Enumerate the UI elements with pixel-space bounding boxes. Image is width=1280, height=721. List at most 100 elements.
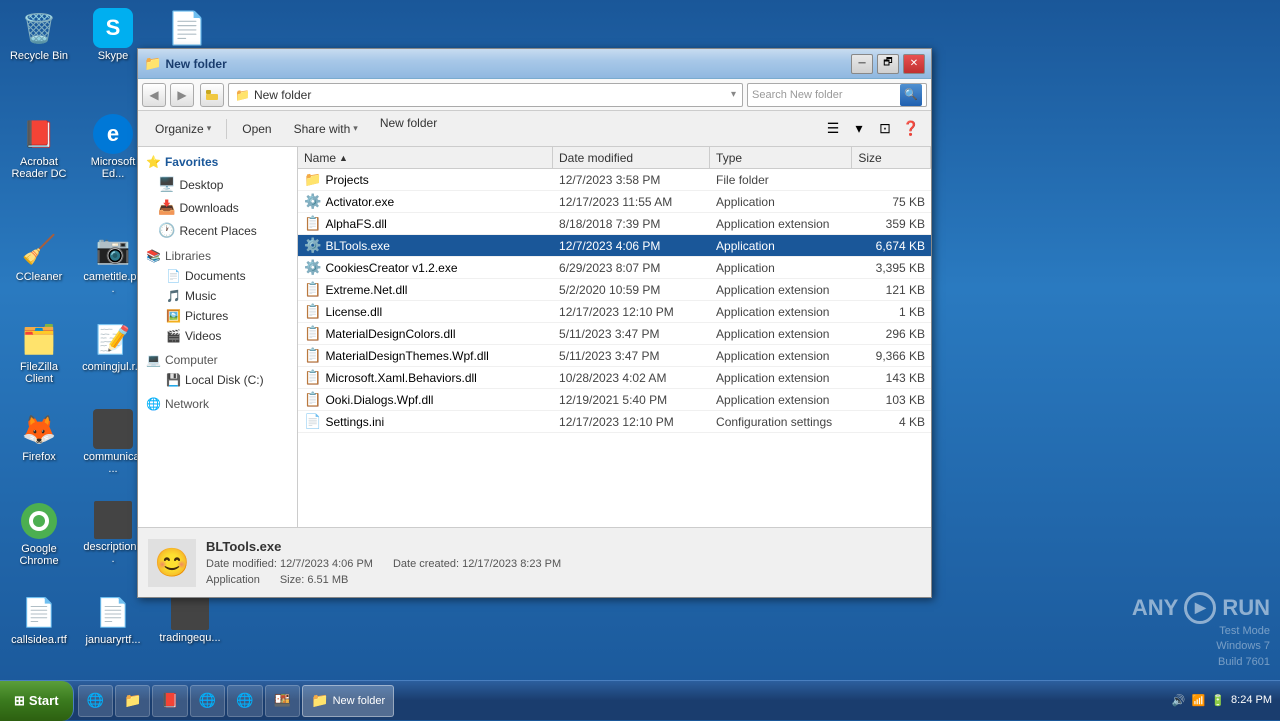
file-size-cell: 103 KB — [852, 393, 931, 407]
taskbar-btn-ie[interactable]: 🌐 — [78, 685, 113, 717]
file-row[interactable]: ⚙️ Activator.exe 12/17/2023 11:55 AM App… — [298, 191, 931, 213]
back-button[interactable]: ◀ — [142, 83, 166, 107]
taskbar-btn-folder-active[interactable]: 📁 New folder — [302, 685, 394, 717]
new-folder-button[interactable]: New folder — [371, 115, 446, 143]
taskbar-btn-sandwich[interactable]: 🍱 — [265, 685, 300, 717]
acrobat-taskbar-icon: 📕 — [161, 692, 178, 709]
firefox-label: Firefox — [22, 451, 56, 463]
view-list-button[interactable]: ☰ — [821, 117, 845, 141]
taskbar-btn-edge2[interactable]: 🌐 — [190, 685, 225, 717]
status-bar: 😊 BLTools.exe Date modified: 12/7/2023 4… — [138, 527, 931, 597]
column-headers: Name ▲ Date modified Type Size — [298, 147, 931, 169]
edge-label: Microsoft Ed... — [82, 156, 144, 180]
communicat-label: communicat... — [82, 451, 144, 475]
col-header-name[interactable]: Name ▲ — [298, 147, 553, 168]
favorites-header[interactable]: ⭐ Favorites — [138, 151, 297, 173]
edge-icon: e — [93, 114, 133, 154]
desktop-icon-callsidea[interactable]: 📄 callsidea.rtf — [4, 588, 74, 650]
nav-item-videos[interactable]: 🎬 Videos — [138, 326, 297, 346]
desktop-icon-word[interactable]: 📄 — [152, 4, 222, 54]
forward-button[interactable]: ▶ — [170, 83, 194, 107]
desktop-icon-recycle-bin[interactable]: 🗑️ Recycle Bin — [4, 4, 74, 66]
taskbar-btn-ie2[interactable]: 🌐 — [227, 685, 262, 717]
file-row[interactable]: 📋 Ooki.Dialogs.Wpf.dll 12/19/2021 5:40 P… — [298, 389, 931, 411]
nav-item-local-disk[interactable]: 💾 Local Disk (C:) — [138, 370, 297, 390]
folder-title-icon: 📁 — [144, 55, 161, 72]
taskbar-btn-acrobat[interactable]: 📕 — [152, 685, 187, 717]
file-row[interactable]: 📄 Settings.ini 12/17/2023 12:10 PM Confi… — [298, 411, 931, 433]
start-button[interactable]: ⊞ Start — [0, 681, 74, 721]
callsidea-icon: 📄 — [19, 592, 59, 632]
file-row[interactable]: 📋 Extreme.Net.dll 5/2/2020 10:59 PM Appl… — [298, 279, 931, 301]
taskbar-items: 🌐 📁 📕 🌐 🌐 🍱 📁 New folder — [74, 681, 1164, 720]
network-header[interactable]: 🌐 Network — [138, 394, 297, 414]
libraries-header[interactable]: 📚 Libraries — [138, 246, 297, 266]
file-row[interactable]: 📋 MaterialDesignColors.dll 5/11/2023 3:4… — [298, 323, 931, 345]
address-box[interactable]: 📁 New folder ▾ — [228, 83, 743, 107]
start-label: Start — [29, 693, 59, 708]
file-row[interactable]: 📋 Microsoft.Xaml.Behaviors.dll 10/28/202… — [298, 367, 931, 389]
desktop-icon-filezilla[interactable]: 🗂️ FileZilla Client — [4, 315, 74, 389]
active-folder-icon: 📁 — [311, 692, 328, 709]
computer-icon: 💻 — [146, 353, 161, 367]
chrome-label: Google Chrome — [8, 543, 70, 567]
nav-item-downloads[interactable]: 📥 Downloads — [138, 196, 297, 219]
search-box[interactable]: Search New folder 🔍 — [747, 83, 927, 107]
desktop-icon-chrome[interactable]: Google Chrome — [4, 497, 74, 571]
file-row[interactable]: ⚙️ BLTools.exe 12/7/2023 4:06 PM Applica… — [298, 235, 931, 257]
status-date-modified-key: Date modified: — [206, 558, 277, 570]
file-date-cell: 5/2/2020 10:59 PM — [553, 283, 710, 297]
status-info: BLTools.exe Date modified: 12/7/2023 4:0… — [206, 539, 921, 586]
file-row[interactable]: 📋 AlphaFS.dll 8/18/2018 7:39 PM Applicat… — [298, 213, 931, 235]
col-header-type[interactable]: Type — [710, 147, 852, 168]
file-row[interactable]: 📋 MaterialDesignThemes.Wpf.dll 5/11/2023… — [298, 345, 931, 367]
file-name-cell: 📋 Extreme.Net.dll — [298, 281, 553, 298]
col-header-date[interactable]: Date modified — [553, 147, 710, 168]
taskbar-btn-explorer[interactable]: 📁 — [115, 685, 150, 717]
file-row[interactable]: ⚙️ CookiesCreator v1.2.exe 6/29/2023 8:0… — [298, 257, 931, 279]
status-size-value: 6.51 MB — [307, 574, 348, 586]
share-button[interactable]: Share with ▾ — [285, 115, 367, 143]
volume-icon[interactable]: 🔊 — [1172, 694, 1186, 707]
downloads-nav-label: Downloads — [179, 201, 238, 215]
new-folder-label: New folder — [380, 116, 437, 130]
view-preview-button[interactable]: ⊡ — [873, 117, 897, 141]
file-row[interactable]: 📋 License.dll 12/17/2023 12:10 PM Applic… — [298, 301, 931, 323]
communicat-icon — [93, 409, 133, 449]
file-type-cell: Application — [710, 239, 852, 253]
file-type-cell: Application extension — [710, 393, 852, 407]
title-bar: 📁 New folder ─ 🗗 ✕ — [138, 49, 931, 79]
nav-item-music[interactable]: 🎵 Music — [138, 286, 297, 306]
nav-item-recent-places[interactable]: 🕐 Recent Places — [138, 219, 297, 242]
open-button[interactable]: Open — [233, 115, 280, 143]
address-dropdown-arrow[interactable]: ▾ — [731, 89, 736, 100]
view-options-button[interactable]: ▾ — [847, 117, 871, 141]
restore-button[interactable]: 🗗 — [877, 54, 899, 74]
desktop-icon-ccleaner[interactable]: 🧹 CCleaner — [4, 225, 74, 287]
file-row[interactable]: 📁 Projects 12/7/2023 3:58 PM File folder — [298, 169, 931, 191]
nav-item-desktop[interactable]: 🖥️ Desktop — [138, 173, 297, 196]
organize-label: Organize — [155, 122, 204, 136]
file-name-cell: 📋 AlphaFS.dll — [298, 215, 553, 232]
taskbar-right: 🔊 📶 🔋 8:24 PM — [1164, 681, 1280, 720]
col-header-size[interactable]: Size — [852, 147, 931, 168]
file-type-icon: ⚙️ — [304, 259, 321, 276]
toolbar-separator-1 — [226, 119, 227, 139]
close-button[interactable]: ✕ — [903, 54, 925, 74]
file-date-cell: 12/17/2023 12:10 PM — [553, 305, 710, 319]
toolbar: Organize ▾ Open Share with ▾ New folder … — [138, 111, 931, 147]
nav-item-pictures[interactable]: 🖼️ Pictures — [138, 306, 297, 326]
up-button[interactable] — [200, 83, 224, 107]
search-button[interactable]: 🔍 — [900, 84, 922, 106]
help-button[interactable]: ❓ — [899, 117, 923, 141]
desktop-icon-acrobat[interactable]: 📕 AcrobatReader DC — [4, 110, 74, 184]
status-extra: Application Size: 6.51 MB — [206, 574, 921, 586]
file-name-text: Microsoft.Xaml.Behaviors.dll — [325, 371, 476, 385]
downloads-nav-icon: 📥 — [158, 199, 175, 216]
minimize-button[interactable]: ─ — [851, 54, 873, 74]
file-type-cell: Application — [710, 261, 852, 275]
nav-item-documents[interactable]: 📄 Documents — [138, 266, 297, 286]
organize-button[interactable]: Organize ▾ — [146, 115, 220, 143]
desktop-icon-firefox[interactable]: 🦊 Firefox — [4, 405, 74, 467]
computer-header[interactable]: 💻 Computer — [138, 350, 297, 370]
